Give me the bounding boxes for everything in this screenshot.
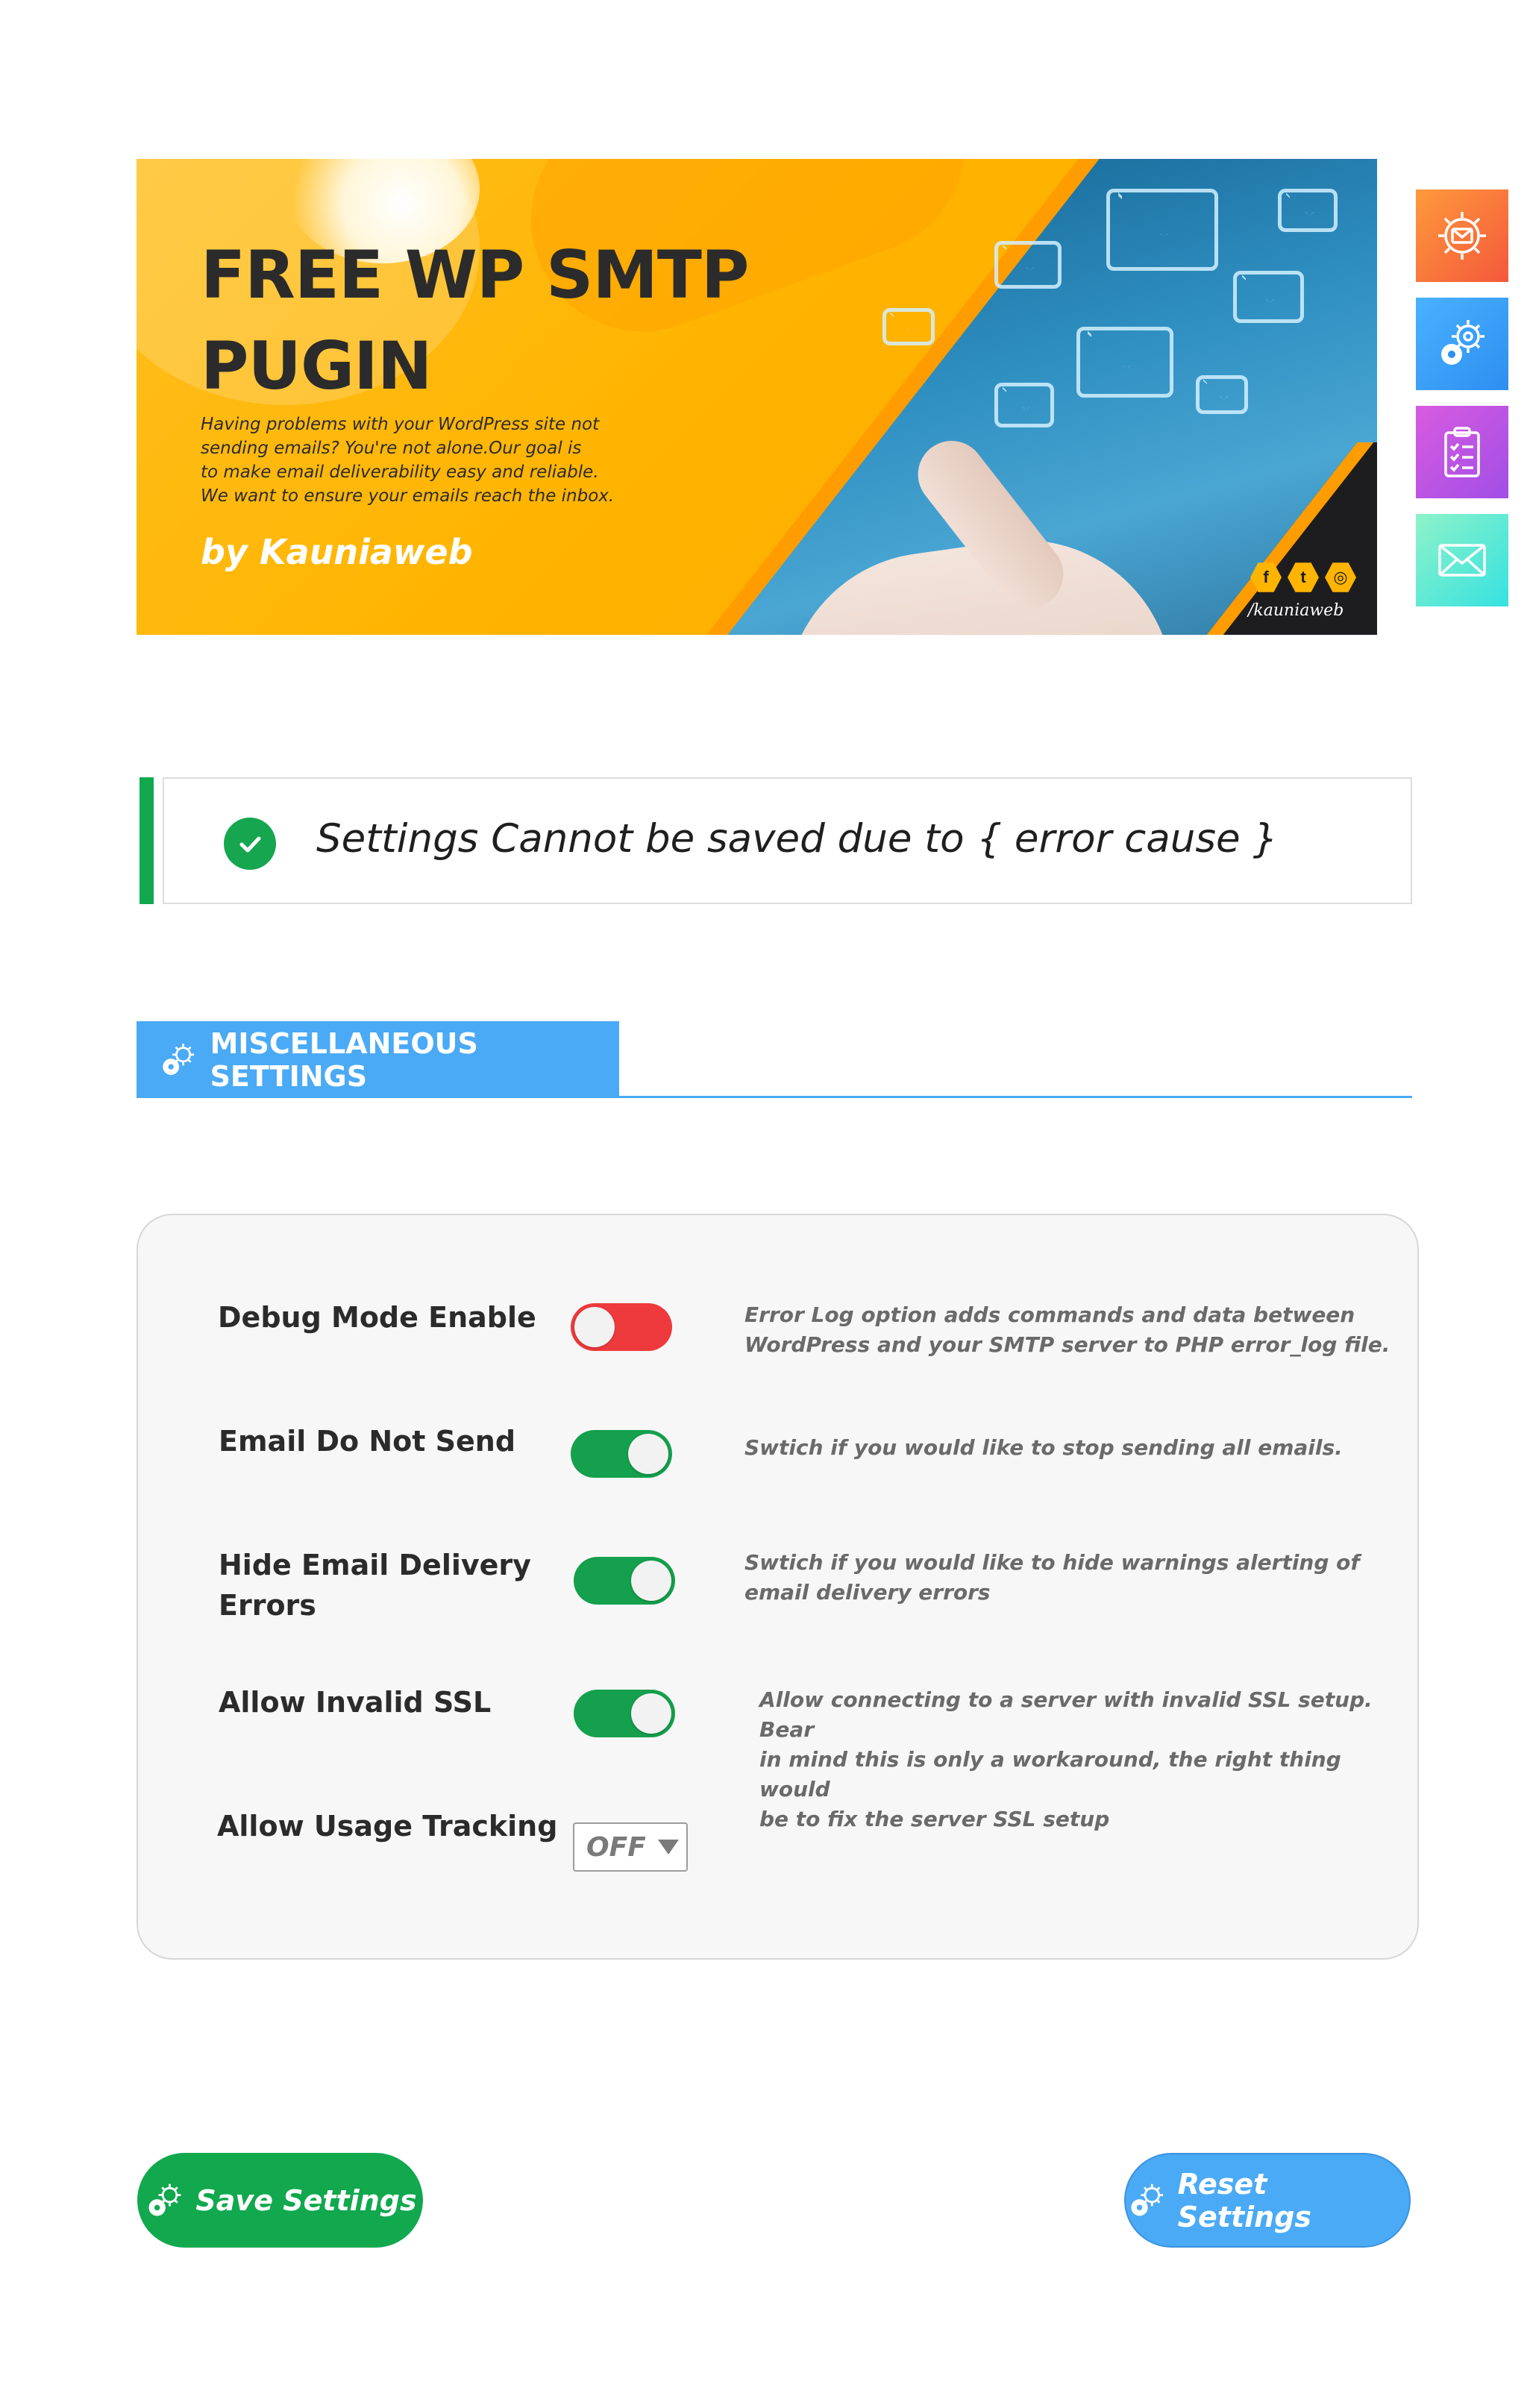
save-settings-label: Save Settings [195,2183,417,2217]
description-line: Error Log option adds commands and data … [744,1302,1355,1327]
notice-message: Settings Cannot be saved due to { error … [316,816,1279,862]
description-line: email delivery errors [744,1580,991,1605]
status-notice: Settings Cannot be saved due to { error … [163,777,1412,904]
chevron-down-icon [657,1840,679,1854]
clipboard-icon [1444,427,1480,477]
hero-banner: FREE WP SMTP PUGIN Having problems with … [137,159,1377,635]
description-line: Swtich if you would like to hide warning… [744,1550,1360,1575]
label-line: Errors [219,1589,316,1622]
gear-envelope-icon [1438,212,1486,260]
envelope-icon [1196,375,1248,414]
email-do-not-send-toggle[interactable] [571,1430,672,1478]
gears-icon [1131,2183,1164,2216]
hide-delivery-errors-toggle[interactable] [574,1557,675,1605]
banner-title: FREE WP SMTP PUGIN [201,230,749,412]
toggle-knob [631,1561,671,1601]
banner-title-line: FREE WP SMTP [201,236,749,313]
banner-title-line: PUGIN [201,327,433,404]
notice-accent-bar [139,777,154,904]
usage-tracking-select[interactable]: OFF [573,1822,688,1872]
tagline-line: We want to ensure your emails reach the … [201,486,615,506]
allow-invalid-ssl-label: Allow Invalid SSL [219,1686,492,1719]
reset-settings-button[interactable]: Reset Settings [1124,2153,1411,2248]
tagline-line: Having problems with your WordPress site… [201,415,600,434]
debug-mode-label: Debug Mode Enable [218,1301,536,1334]
section-divider [137,1096,1412,1098]
banner-byline: by Kauniaweb [201,532,473,572]
description-line: Swtich if you would like to stop sending… [744,1435,1343,1460]
hide-delivery-errors-description: Swtich if you would like to hide warning… [744,1548,1360,1608]
email-test-nav-button[interactable] [1416,514,1508,606]
section-header: MISCELLANEOUS SETTINGS [137,1021,619,1098]
envelope-icon [1106,189,1218,271]
envelope-icon [994,383,1054,427]
allow-invalid-ssl-description: Allow connecting to a server with invali… [759,1685,1417,1834]
gears-icon [148,2183,181,2216]
facebook-icon[interactable]: f [1250,562,1282,592]
debug-mode-description: Error Log option adds commands and data … [744,1300,1390,1360]
description-line: be to fix the server SSL setup [759,1807,1110,1831]
tagline-line: to make email deliverability easy and re… [201,463,599,482]
toggle-knob [631,1693,671,1734]
envelope-icon [1076,327,1173,398]
gear-icon [1441,320,1484,365]
general-settings-nav-button[interactable] [1416,298,1508,390]
envelope-icon [882,308,935,345]
debug-mode-toggle[interactable] [571,1303,672,1351]
usage-tracking-label: Allow Usage Tracking [217,1810,558,1843]
toggle-knob [628,1434,668,1474]
logs-nav-button[interactable] [1416,406,1508,498]
section-title: MISCELLANEOUS SETTINGS [210,1026,478,1093]
check-circle-icon [224,818,276,870]
envelope-icon [1278,189,1338,232]
social-handle: /kauniaweb [1248,601,1344,620]
hide-delivery-errors-label: Hide Email Delivery Errors [219,1545,531,1625]
description-line: Allow connecting to a server with invali… [759,1687,1373,1742]
smtp-settings-nav-button[interactable] [1416,189,1508,282]
email-do-not-send-label: Email Do Not Send [219,1425,516,1458]
reset-settings-label: Reset Settings [1177,2167,1312,2233]
save-settings-button[interactable]: Save Settings [137,2153,423,2248]
banner-tagline: Having problems with your WordPress site… [201,413,618,508]
description-line: WordPress and your SMTP server to PHP er… [744,1332,1391,1357]
tagline-line: sending emails? You're not alone.Our goa… [201,439,582,458]
gears-icon [163,1043,195,1075]
settings-card: Debug Mode Enable Error Log option adds … [137,1214,1419,1960]
description-line: in mind this is only a workaround, the r… [759,1747,1341,1802]
instagram-icon[interactable]: ◎ [1325,562,1356,592]
envelope-icon [994,241,1062,289]
email-do-not-send-description: Swtich if you would like to stop sending… [744,1433,1343,1463]
toggle-knob [574,1307,615,1347]
envelope-icon [1233,271,1304,323]
social-links: f t ◎ [1250,562,1356,593]
twitter-icon[interactable]: t [1288,562,1319,592]
label-line: Hide Email Delivery [219,1549,531,1581]
allow-invalid-ssl-toggle[interactable] [574,1690,675,1737]
envelope-icon [1438,544,1486,577]
select-value: OFF [586,1831,646,1863]
